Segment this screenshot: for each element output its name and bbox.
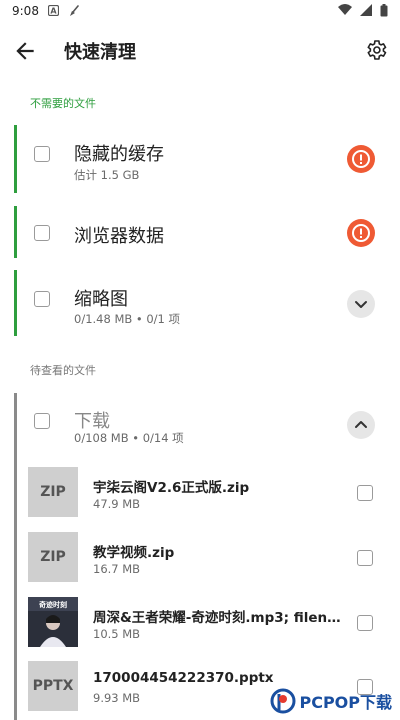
warning-icon — [352, 224, 370, 242]
thumbnails-checkbox[interactable] — [34, 291, 50, 307]
chevron-up-icon — [355, 421, 367, 428]
card-subtitle: 0/108 MB • 0/14 项 — [74, 431, 184, 445]
file-checkbox[interactable] — [357, 485, 373, 501]
watermark-text: PCPOP下载 — [299, 693, 392, 712]
status-left-icons: A — [47, 4, 80, 24]
status-bar: 9:08 A — [0, 0, 400, 24]
zip-file-icon: ZIP — [28, 467, 78, 517]
wifi-icon — [337, 4, 352, 15]
card-title: 缩略图 — [74, 289, 128, 310]
list-item[interactable]: ZIP 宇柒云阁V2.6正式版.zip 47.9 MB — [0, 460, 400, 522]
status-time: 9:08 — [12, 4, 39, 18]
file-checkbox[interactable] — [357, 615, 373, 631]
file-name: 周深&王者荣耀-奇迹时刻.mp3; filena… — [93, 610, 343, 626]
page-title: 快速清理 — [64, 42, 136, 63]
warning-button[interactable] — [347, 219, 375, 247]
list-item[interactable]: ZIP 教学视频.zip 16.7 MB — [0, 526, 400, 588]
signal-icon — [359, 4, 372, 16]
gear-icon — [367, 40, 387, 60]
card-browser-data[interactable]: 浏览器数据 — [14, 206, 400, 258]
zip-file-icon: ZIP — [28, 532, 78, 582]
section-header-review: 待查看的文件 — [30, 364, 96, 377]
pptx-file-icon: PPTX — [28, 661, 78, 711]
file-size: 10.5 MB — [93, 627, 141, 641]
album-art-image: 奇迹时刻 — [28, 597, 78, 647]
app-bar: 快速清理 — [0, 24, 400, 76]
card-title: 浏览器数据 — [74, 226, 164, 247]
warning-icon — [352, 150, 370, 168]
file-size: 47.9 MB — [93, 497, 141, 511]
notification-a-icon: A — [47, 4, 60, 17]
card-title: 隐藏的缓存 — [74, 144, 164, 165]
collapse-button[interactable] — [347, 411, 375, 439]
card-thumbnails[interactable]: 缩略图 0/1.48 MB • 0/1 项 — [14, 270, 400, 336]
card-hidden-cache[interactable]: 隐藏的缓存 估计 1.5 GB — [14, 125, 400, 193]
status-right-icons — [337, 4, 388, 23]
file-name: 教学视频.zip — [93, 545, 175, 561]
card-subtitle: 估计 1.5 GB — [74, 168, 140, 182]
card-subtitle: 0/1.48 MB • 0/1 项 — [74, 312, 181, 326]
pcpop-logo-icon — [270, 688, 296, 714]
browser-data-checkbox[interactable] — [34, 225, 50, 241]
file-name: 170004454222370.pptx — [93, 670, 274, 686]
downloads-checkbox[interactable] — [34, 413, 50, 429]
back-button[interactable] — [12, 38, 38, 64]
warning-button[interactable] — [347, 145, 375, 173]
broom-icon — [70, 5, 79, 16]
battery-icon — [380, 4, 388, 17]
chevron-down-icon — [355, 301, 367, 308]
expand-button[interactable] — [347, 290, 375, 318]
section-header-unneeded: 不需要的文件 — [30, 97, 96, 110]
album-art-thumbnail: 奇迹时刻 — [28, 597, 78, 647]
svg-text:A: A — [50, 7, 57, 16]
file-name: 宇柒云阁V2.6正式版.zip — [93, 480, 250, 496]
settings-button[interactable] — [364, 38, 390, 64]
watermark: PCPOP下载 — [270, 688, 392, 714]
file-checkbox[interactable] — [357, 550, 373, 566]
back-arrow-icon — [16, 42, 34, 60]
svg-text:奇迹时刻: 奇迹时刻 — [39, 600, 67, 609]
file-size: 16.7 MB — [93, 562, 141, 576]
file-size: 9.93 MB — [93, 691, 141, 705]
list-item[interactable]: 奇迹时刻 周深&王者荣耀-奇迹时刻.mp3; filena… 10.5 MB — [0, 591, 400, 653]
hidden-cache-checkbox[interactable] — [34, 146, 50, 162]
